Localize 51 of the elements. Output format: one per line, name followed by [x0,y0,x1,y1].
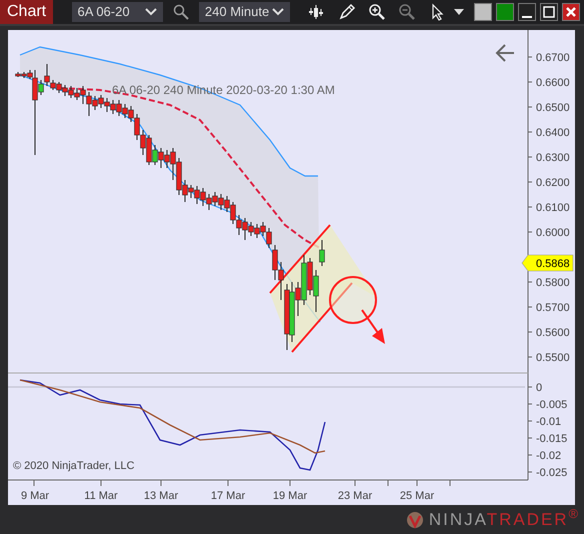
price-axis-label: 0.5800 [536,277,570,289]
indicator-axis-label: -0.005 [536,399,568,411]
price-axis-label: 0.6300 [536,152,570,164]
indicator-axis-label: -0.025 [536,467,568,479]
price-axis-label: 0.6100 [536,202,570,214]
back-arrow-icon[interactable] [496,44,515,62]
price-axis-label: 0.5700 [536,302,570,314]
caret-icon [272,8,284,16]
minimize-button[interactable] [518,3,536,21]
maximize-button[interactable] [540,3,558,21]
zoom-out-icon [398,3,416,21]
indicator-axis-label: -0.02 [536,450,562,462]
color-swatch-button[interactable] [496,3,514,21]
price-axis-label: 0.5600 [536,327,570,339]
date-axis-label: 25 Mar [400,490,434,502]
brand-logo-text: NINJATRADER$^{®}$ [428,506,580,531]
copyright-text: © 2020 NinjaTrader, LLC [13,460,134,472]
caret-icon [144,8,157,16]
search-icon [172,4,189,20]
price-axis-label: 0.6500 [536,102,570,114]
close-button[interactable] [562,3,580,21]
maximize-icon [543,6,556,18]
price-axis-label: 0.6200 [536,177,570,189]
ellipse-drawing [329,276,377,324]
date-axis-label: 13 Mar [144,490,178,502]
indicator-axis-label: -0.015 [536,433,568,445]
arrow-drawing [361,309,385,344]
caret-icon [453,8,466,16]
date-axis-label: 9 Mar [20,490,50,502]
zoom-in-icon [368,3,386,21]
date-axis-label: 17 Mar [210,490,246,502]
pencil-icon [338,3,356,21]
interval-dropdown[interactable]: 240 Minute [198,2,290,22]
minimize-icon [522,16,532,18]
color-swatch-button[interactable] [474,3,492,21]
price-axis-label: 0.5500 [536,352,570,364]
date-axis-label: 11 Mar [84,490,118,502]
date-axis-label: 19 Mar [272,490,308,502]
chart-button[interactable]: Chart [0,0,54,24]
price-axis-label: 0.6000 [536,227,570,239]
indicator-axis-label: -0.01 [536,416,562,428]
price-axis-label: 0.6400 [536,127,570,139]
logo-icon [404,510,425,528]
price-axis-label: 0.6700 [536,52,570,64]
instrument-dropdown[interactable]: 6A 06-20 [72,2,163,22]
price-marker: 0.5868 [522,254,574,272]
indicator-axis-label: 0 [536,382,542,394]
date-axis-label: 23 Mar [338,490,372,502]
price-axis-label: 0.6600 [536,77,570,89]
close-icon [565,6,578,18]
candle [319,240,325,266]
